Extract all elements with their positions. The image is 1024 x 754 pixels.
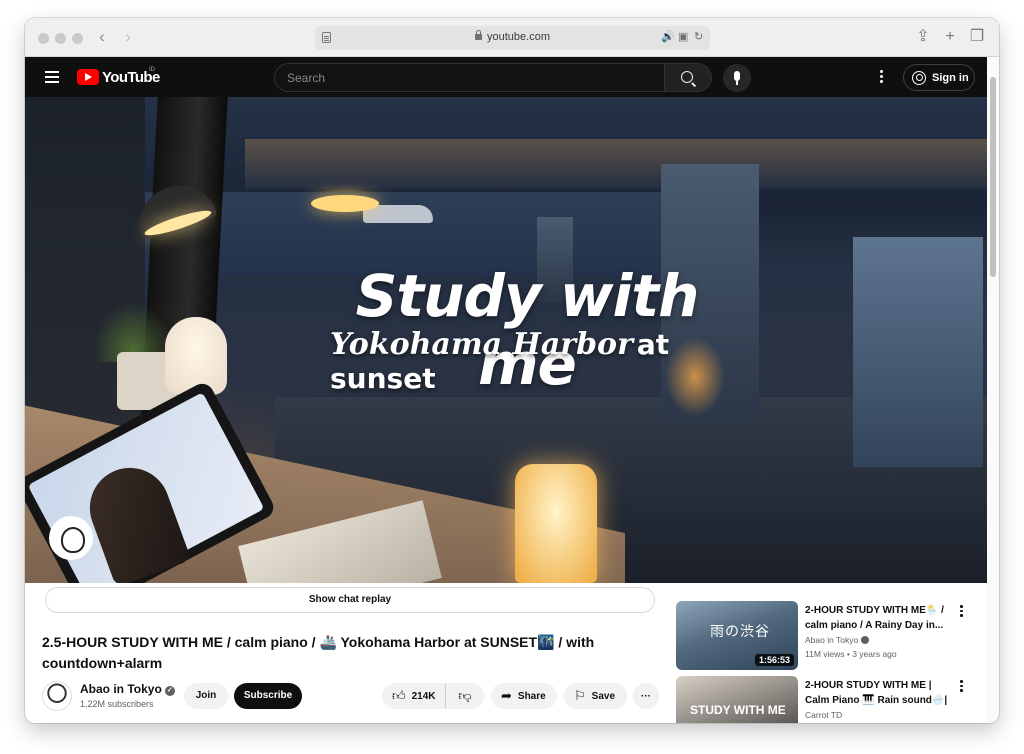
hamburger-menu-icon[interactable]	[45, 71, 59, 83]
reload-icon[interactable]: ↻	[694, 30, 703, 43]
share-icon[interactable]: ⇪	[915, 27, 931, 47]
overlay-subtitle-script: Yokohama Harbor	[330, 327, 633, 362]
subscriber-count: 1.22M subscribers	[80, 699, 154, 709]
back-icon[interactable]: ‹	[94, 27, 110, 47]
more-horizontal-icon: ···	[641, 690, 651, 702]
audio-playing-icon[interactable]: 🔊	[661, 30, 675, 43]
thumbnail-text: 雨の渋谷	[710, 624, 770, 640]
more-actions-button[interactable]: ···	[633, 683, 659, 709]
share-button[interactable]: ➦ Share	[491, 683, 557, 709]
save-label: Save	[591, 690, 616, 702]
related-channel: Abao in Tokyo	[805, 635, 870, 645]
bookmark-icon: ⚐	[574, 688, 586, 703]
duration-badge: 1:56:53	[754, 654, 794, 666]
search-box	[274, 63, 665, 92]
channel-avatar[interactable]	[42, 681, 72, 711]
related-channel: Carrot TD	[805, 710, 843, 720]
video-player[interactable]: Study with me Yokohama Harbor at sunset	[25, 97, 987, 583]
subscribe-button[interactable]: Subscribe	[234, 683, 302, 709]
like-button[interactable]: 👍︎ 214K	[382, 683, 446, 709]
related-thumbnail[interactable]: STUDY WITH ME	[676, 676, 798, 723]
youtube-logo[interactable]: YouTube ID	[77, 67, 160, 86]
thumbs-down-icon: 👎︎	[458, 688, 472, 703]
region-code: ID	[149, 67, 155, 73]
related-thumbnail[interactable]: 雨の渋谷 1:56:53	[676, 601, 798, 670]
account-icon	[912, 70, 926, 85]
browser-window: ‹ › youtube.com 🔊 ▣ ↻ ⇪ + ❐ YouTube ID S…	[25, 18, 999, 723]
search-icon	[681, 71, 693, 83]
related-menu-icon[interactable]	[960, 680, 963, 694]
tabs-overview-icon[interactable]: ❐	[969, 27, 985, 47]
minimize-window-button[interactable]	[55, 33, 66, 44]
url-text: youtube.com	[487, 31, 550, 43]
scrollbar-thumb[interactable]	[990, 77, 996, 277]
video-title: 2.5-HOUR STUDY WITH ME / calm piano / 🚢 …	[42, 634, 595, 671]
related-video-item[interactable]: STUDY WITH ME 2-HOUR STUDY WITH ME | Cal…	[676, 676, 976, 723]
share-arrow-icon: ➦	[501, 688, 512, 703]
sign-in-label: Sign in	[932, 71, 969, 84]
microphone-icon	[734, 71, 740, 81]
address-bar[interactable]: youtube.com 🔊 ▣ ↻	[315, 26, 710, 50]
thumbnail-text: STUDY WITH ME	[690, 703, 786, 717]
settings-kebab-icon[interactable]	[880, 70, 883, 84]
page-scrollbar[interactable]	[987, 57, 999, 723]
search-button[interactable]	[665, 63, 712, 92]
like-dislike-group: 👍︎ 214K 👎︎	[382, 683, 484, 709]
related-title[interactable]: 2-HOUR STUDY WITH ME🌦️ / calm piano / A …	[805, 603, 955, 633]
verified-icon: ✓	[164, 686, 175, 696]
voice-search-button[interactable]	[723, 64, 751, 92]
sign-in-button[interactable]: Sign in	[903, 64, 975, 91]
show-chat-replay-button[interactable]: Show chat replay	[45, 587, 655, 613]
safari-toolbar: ‹ › youtube.com 🔊 ▣ ↻ ⇪ + ❐	[25, 18, 999, 57]
dislike-button[interactable]: 👎︎	[446, 688, 484, 704]
channel-watermark[interactable]	[49, 516, 93, 560]
youtube-header: YouTube ID Sign in	[25, 57, 987, 97]
channel-name[interactable]: Abao in Tokyo	[80, 682, 162, 696]
new-tab-icon[interactable]: +	[942, 27, 958, 47]
related-video-item[interactable]: 雨の渋谷 1:56:53 2-HOUR STUDY WITH ME🌦️ / ca…	[676, 601, 976, 671]
forward-icon[interactable]: ›	[120, 27, 136, 47]
save-button[interactable]: ⚐ Save	[564, 683, 627, 709]
related-title[interactable]: 2-HOUR STUDY WITH ME | Calm Piano 🎹 Rain…	[805, 678, 955, 708]
zoom-window-button[interactable]	[72, 33, 83, 44]
related-menu-icon[interactable]	[960, 605, 963, 619]
channel-name-row[interactable]: Abao in Tokyo ✓	[80, 682, 175, 697]
related-meta: 11M views • 3 years ago	[805, 649, 897, 659]
search-input[interactable]	[287, 71, 647, 85]
translate-icon[interactable]: ▣	[678, 30, 688, 43]
overlay-subtitle: Yokohama Harbor at sunset	[330, 327, 690, 395]
verified-icon	[861, 636, 870, 644]
close-window-button[interactable]	[38, 33, 49, 44]
share-label: Share	[517, 690, 546, 702]
like-count: 214K	[411, 690, 436, 702]
thumbs-up-icon: 👍︎	[392, 688, 406, 703]
join-button[interactable]: Join	[184, 683, 228, 709]
youtube-play-icon	[77, 69, 99, 85]
lock-icon	[475, 30, 482, 40]
